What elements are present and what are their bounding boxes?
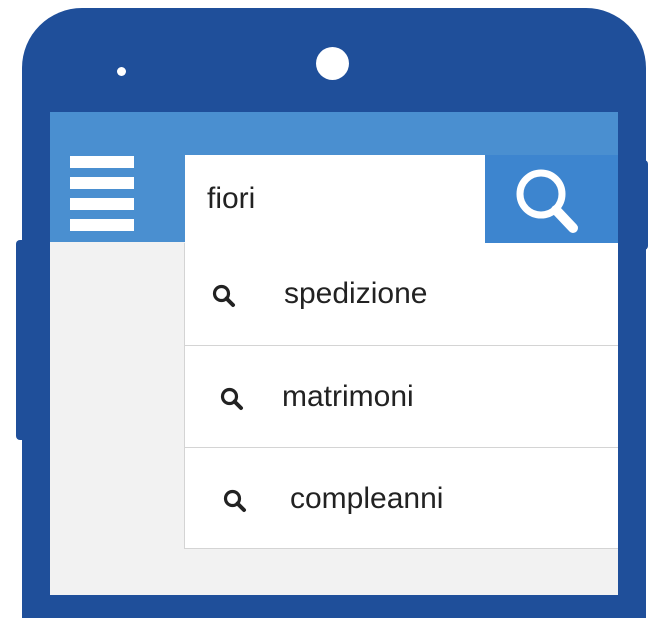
hamburger-menu-icon[interactable]: [70, 156, 134, 232]
suggestion-label: compleanni: [290, 482, 444, 515]
suggestion-item[interactable]: matrimoni: [185, 345, 618, 447]
suggestion-item[interactable]: spedizione: [185, 243, 618, 345]
suggestion-list: spedizione matrimoni compleanni: [184, 243, 618, 549]
menu-bar-line: [70, 177, 134, 189]
suggestion-item[interactable]: compleanni: [185, 447, 618, 549]
phone-camera-dot: [316, 47, 349, 80]
search-icon: [220, 387, 243, 410]
menu-bar-line: [70, 219, 134, 231]
search-icon: [223, 489, 246, 512]
search-icon: [516, 169, 578, 233]
search-button[interactable]: [485, 155, 618, 243]
phone-sensor-dot: [117, 67, 126, 76]
menu-bar-line: [70, 156, 134, 168]
menu-bar-line: [70, 198, 134, 210]
search-icon: [212, 284, 235, 307]
suggestion-label: spedizione: [284, 277, 428, 310]
suggestion-label: matrimoni: [282, 380, 414, 413]
search-input[interactable]: [185, 155, 485, 243]
phone-screen: spedizione matrimoni compleanni: [50, 112, 618, 595]
